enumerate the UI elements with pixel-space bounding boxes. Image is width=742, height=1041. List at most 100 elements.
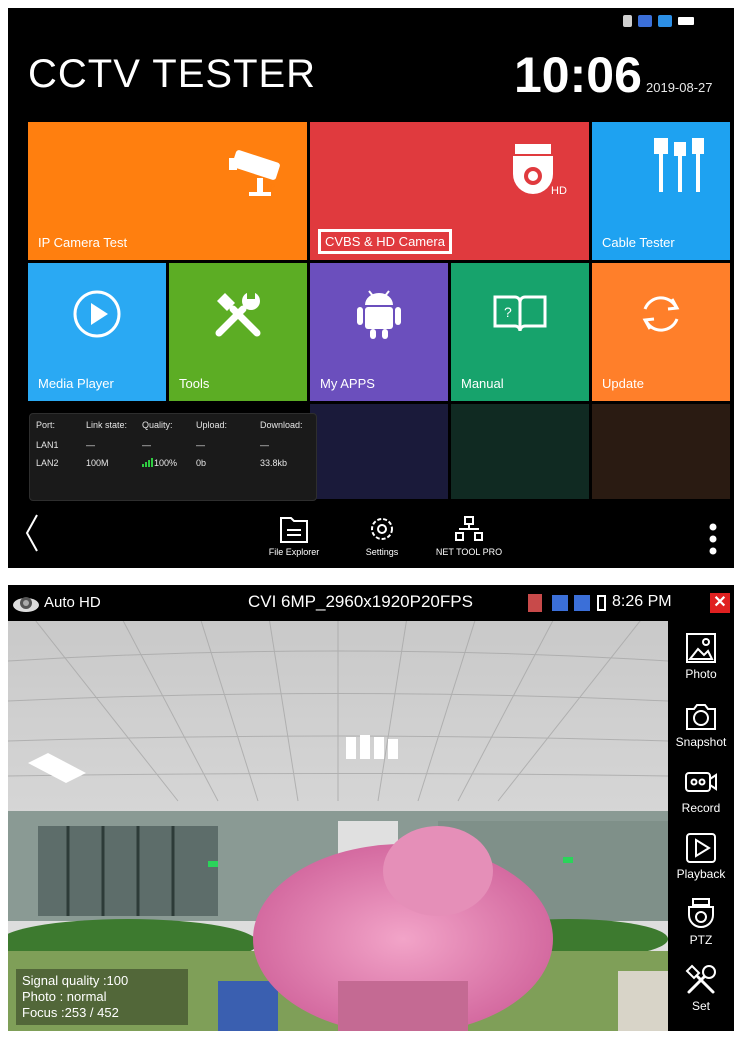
tile-label: Media Player: [38, 376, 114, 391]
battery-icon: [678, 17, 694, 25]
tile-my-apps[interactable]: My APPS: [310, 263, 448, 401]
tile-tools[interactable]: Tools: [169, 263, 307, 401]
cable-connector-icon: [654, 138, 704, 192]
playback-icon: [686, 833, 716, 863]
signal-bars-icon: [142, 458, 153, 467]
photo-mode-label: Photo : normal: [22, 989, 107, 1004]
cctv-home-screen: CCTV TESTER 10:06 2019-08-27 IP IP Camer…: [8, 8, 734, 568]
net-header: Quality:: [142, 420, 173, 430]
tile-label: Manual: [461, 376, 504, 391]
notification-icon: [552, 595, 568, 611]
more-vertical-icon: [709, 523, 717, 555]
net-cell: 0b: [196, 458, 207, 468]
tools-icon: [215, 291, 261, 337]
svg-text:?: ?: [504, 304, 512, 320]
play-icon: [73, 290, 121, 338]
settings-button[interactable]: Settings: [352, 513, 412, 557]
camera-icon: [686, 704, 716, 730]
sd-card-icon: [528, 594, 542, 612]
empty-tile: [592, 404, 730, 499]
tile-cvbs-hd-camera[interactable]: HD CVBS & HD Camera: [310, 122, 589, 260]
back-button[interactable]: [20, 513, 44, 553]
nav-label: File Explorer: [268, 547, 320, 557]
camera-side-panel: Photo Snapshot Record Playback PTZ Set: [668, 621, 734, 1031]
network-status-panel: Port: Link state: Quality: Upload: Downl…: [29, 413, 317, 501]
net-cell: 100%: [154, 458, 178, 468]
tile-label: Cable Tester: [602, 235, 675, 250]
tile-ip-camera-test[interactable]: IP IP Camera Test: [28, 122, 307, 260]
snapshot-button[interactable]: Snapshot: [668, 695, 734, 755]
network-icon: [455, 516, 483, 541]
close-button[interactable]: ✕: [710, 593, 730, 613]
date: 2019-08-27: [646, 80, 713, 95]
signal-quality-label: Signal quality :100: [22, 973, 129, 988]
set-button[interactable]: Set: [668, 959, 734, 1019]
video-record-icon: [685, 772, 717, 792]
hd-camera-icon: HD: [513, 144, 567, 197]
camera-top-bar: Auto HD CVI 6MP_2960x1920P20FPS 8:26 PM …: [8, 585, 734, 621]
tools-icon: [685, 964, 716, 994]
focus-label: Focus :253 / 452: [22, 1005, 119, 1020]
android-icon: [357, 290, 401, 339]
net-row-lan1: LAN1 — — — —: [30, 440, 316, 454]
gear-icon: [371, 518, 393, 540]
tile-label: My APPS: [320, 376, 375, 391]
side-label: Set: [691, 999, 710, 1013]
empty-tile: [451, 404, 589, 499]
ptz-button[interactable]: PTZ: [668, 893, 734, 953]
tile-manual[interactable]: ? Manual: [451, 263, 589, 401]
dome-camera-icon: [13, 597, 39, 612]
resolution-label: CVI 6MP_2960x1920P20FPS: [248, 592, 473, 611]
battery-icon: [597, 595, 606, 611]
tile-label: IP Camera Test: [38, 235, 128, 250]
photo-icon: [686, 633, 716, 663]
tile-update[interactable]: Update: [592, 263, 730, 401]
net-cell: 100M: [86, 458, 109, 468]
sd-card-icon: [623, 15, 632, 27]
signal-quality: 100%: [142, 458, 177, 468]
net-header: Link state:: [86, 420, 128, 430]
net-header-row: Port: Link state: Quality: Upload: Downl…: [30, 420, 316, 434]
folder-icon: [280, 517, 308, 543]
svg-text:IP: IP: [267, 182, 276, 192]
net-cell: —: [86, 440, 95, 450]
net-header: Download:: [260, 420, 303, 430]
more-menu-button[interactable]: [706, 523, 720, 559]
refresh-icon: [642, 296, 680, 332]
playback-button[interactable]: Playback: [668, 827, 734, 887]
side-label: Record: [681, 801, 721, 815]
app-title: CCTV TESTER: [28, 52, 317, 96]
time-label: 8:26 PM: [612, 593, 672, 610]
notification-icon: [574, 595, 590, 611]
tile-label: CVBS & HD Camera: [318, 229, 452, 254]
net-cell: LAN1: [36, 440, 59, 450]
camera-live-view: Signal quality :100 Photo : normal Focus…: [8, 621, 668, 1031]
net-cell: 33.8kb: [260, 458, 288, 468]
ptz-camera-icon: [688, 898, 714, 928]
tile-label: Update: [602, 376, 644, 391]
status-bar: [623, 14, 694, 28]
notification-icon: [638, 15, 652, 27]
nav-label: Settings: [365, 547, 399, 557]
mode-label: Auto HD: [44, 594, 101, 611]
notification-icon: [658, 15, 672, 27]
file-explorer-button[interactable]: File Explorer: [254, 513, 334, 557]
side-label: Snapshot: [675, 735, 727, 749]
net-tool-pro-button[interactable]: NET TOOL PRO: [424, 513, 514, 557]
net-row-lan2: LAN2 100M 100% 0b 33.8kb: [30, 458, 316, 472]
photo-button[interactable]: Photo: [668, 627, 734, 687]
tile-cable-tester[interactable]: Cable Tester: [592, 122, 730, 260]
camera-info-overlay: Signal quality :100 Photo : normal Focus…: [16, 969, 188, 1025]
tile-label: Tools: [179, 376, 210, 391]
record-button[interactable]: Record: [668, 761, 734, 821]
ip-camera-icon: IP: [229, 150, 280, 196]
net-header: Upload:: [196, 420, 228, 430]
net-header: Port:: [36, 420, 56, 430]
net-cell: —: [196, 440, 205, 450]
side-label: PTZ: [689, 933, 713, 947]
nav-label: NET TOOL PRO: [435, 547, 503, 557]
net-cell: —: [142, 440, 151, 450]
tile-media-player[interactable]: Media Player: [28, 263, 166, 401]
book-icon: ?: [493, 295, 547, 332]
empty-tile: [310, 404, 448, 499]
